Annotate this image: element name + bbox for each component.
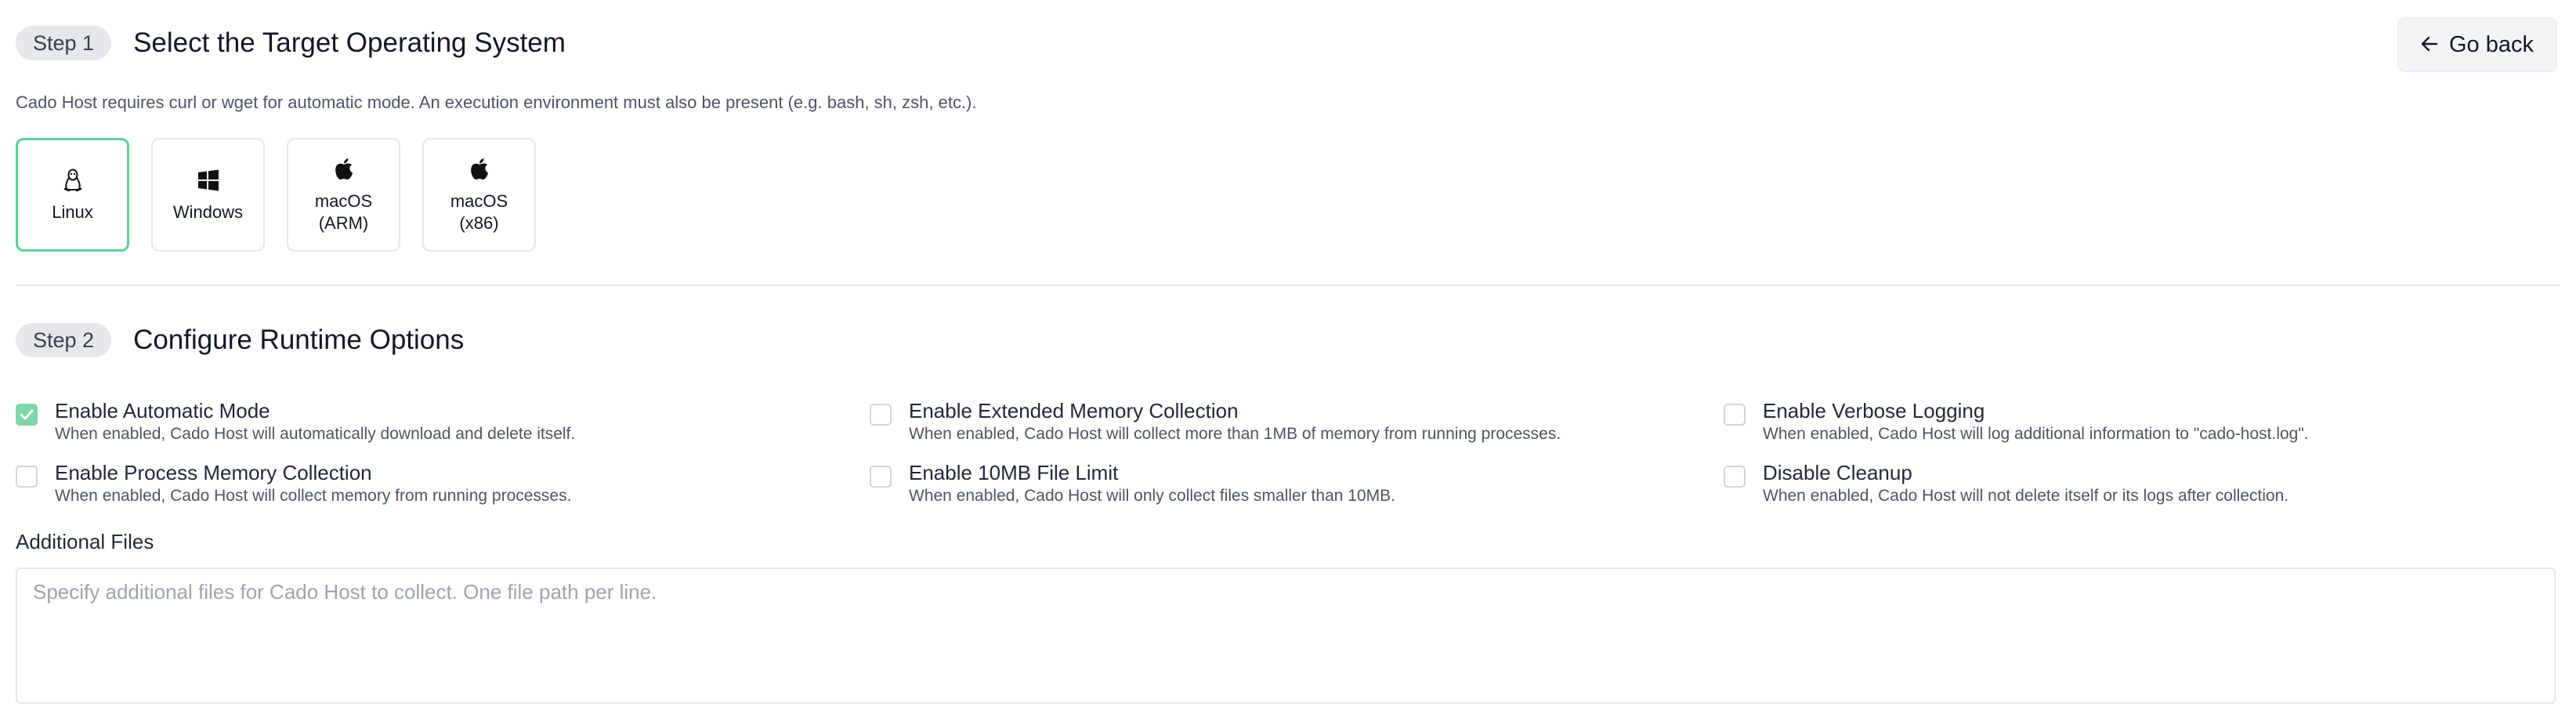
option-verbose-logging: Enable Verbose Logging When enabled, Cad…	[1724, 397, 2309, 444]
option-disable-cleanup: Disable Cleanup When enabled, Cado Host …	[1724, 459, 2288, 506]
go-back-button[interactable]: Go back	[2397, 17, 2557, 72]
checkbox-file-limit[interactable]	[870, 466, 892, 488]
os-label-linux: Linux	[52, 201, 93, 222]
additional-files-input[interactable]	[16, 568, 2556, 704]
os-selector: Linux Windows macOS (ARM) macOS (x86)	[16, 138, 536, 252]
page: Step 1 Select the Target Operating Syste…	[0, 0, 2576, 718]
os-card-macos-x86[interactable]: macOS (x86)	[422, 138, 536, 252]
option-description: When enabled, Cado Host will not delete …	[1763, 487, 2289, 505]
option-title: Enable Verbose Logging	[1763, 399, 1985, 422]
check-icon	[20, 409, 34, 420]
step1-title: Select the Target Operating System	[133, 27, 566, 58]
option-title: Disable Cleanup	[1763, 461, 1912, 484]
windows-icon	[197, 167, 219, 194]
option-description: When enabled, Cado Host will log additio…	[1763, 425, 2309, 443]
os-card-macos-arm[interactable]: macOS (ARM)	[287, 138, 400, 252]
step1-header: Step 1 Select the Target Operating Syste…	[16, 26, 566, 60]
option-description: When enabled, Cado Host will collect mor…	[909, 425, 1561, 443]
option-description: When enabled, Cado Host will only collec…	[909, 487, 1395, 505]
requirements-description: Cado Host requires curl or wget for auto…	[16, 92, 977, 112]
option-automatic-mode: Enable Automatic Mode When enabled, Cado…	[16, 397, 575, 444]
step2-pill: Step 2	[16, 323, 112, 357]
os-card-windows[interactable]: Windows	[151, 138, 265, 252]
option-process-memory: Enable Process Memory Collection When en…	[16, 459, 571, 506]
os-card-linux[interactable]: Linux	[16, 138, 129, 252]
apple-icon	[334, 156, 354, 183]
step1-pill: Step 1	[16, 26, 112, 60]
checkbox-automatic-mode[interactable]	[16, 404, 38, 426]
checkbox-process-memory[interactable]	[16, 466, 38, 488]
checkbox-disable-cleanup[interactable]	[1724, 466, 1746, 488]
os-label-macos-arm: macOS (ARM)	[314, 190, 373, 233]
linux-icon	[63, 167, 83, 194]
option-title: Enable Process Memory Collection	[55, 461, 372, 484]
step2-header: Step 2 Configure Runtime Options	[16, 323, 464, 357]
checkbox-extended-memory[interactable]	[870, 404, 892, 426]
option-extended-memory: Enable Extended Memory Collection When e…	[870, 397, 1561, 444]
option-title: Enable Automatic Mode	[55, 399, 270, 422]
option-file-limit: Enable 10MB File Limit When enabled, Cad…	[870, 459, 1395, 506]
option-title: Enable 10MB File Limit	[909, 461, 1119, 484]
os-label-macos-x86: macOS (x86)	[450, 190, 508, 233]
os-label-windows: Windows	[172, 201, 244, 222]
apple-icon	[469, 156, 490, 183]
go-back-label: Go back	[2449, 31, 2534, 57]
option-description: When enabled, Cado Host will automatical…	[55, 425, 576, 443]
additional-files-label: Additional Files	[16, 530, 154, 553]
arrow-left-icon	[2421, 32, 2438, 57]
step2-title: Configure Runtime Options	[133, 325, 465, 355]
section-divider	[16, 285, 2560, 286]
option-description: When enabled, Cado Host will collect mem…	[55, 487, 572, 505]
checkbox-verbose-logging[interactable]	[1724, 404, 1746, 426]
option-title: Enable Extended Memory Collection	[909, 399, 1239, 422]
